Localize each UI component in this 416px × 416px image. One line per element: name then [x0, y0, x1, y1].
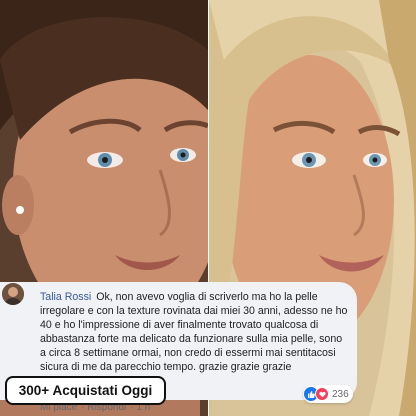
love-icon	[315, 387, 329, 401]
avatar[interactable]	[2, 283, 24, 305]
comment-body: Ok, non avevo voglia di scriverlo ma ho …	[40, 291, 348, 374]
purchases-badge-label: 300+ Acquistati Oggi	[18, 383, 153, 398]
reaction-count: 236	[332, 388, 349, 400]
comment-text: Talia Rossi Ok, non avevo voglia di scriv…	[40, 290, 350, 375]
comment-author[interactable]: Talia Rossi	[40, 291, 91, 303]
reactions-summary[interactable]: 236	[303, 385, 353, 403]
purchases-badge: 300+ Acquistati Oggi	[5, 376, 166, 405]
